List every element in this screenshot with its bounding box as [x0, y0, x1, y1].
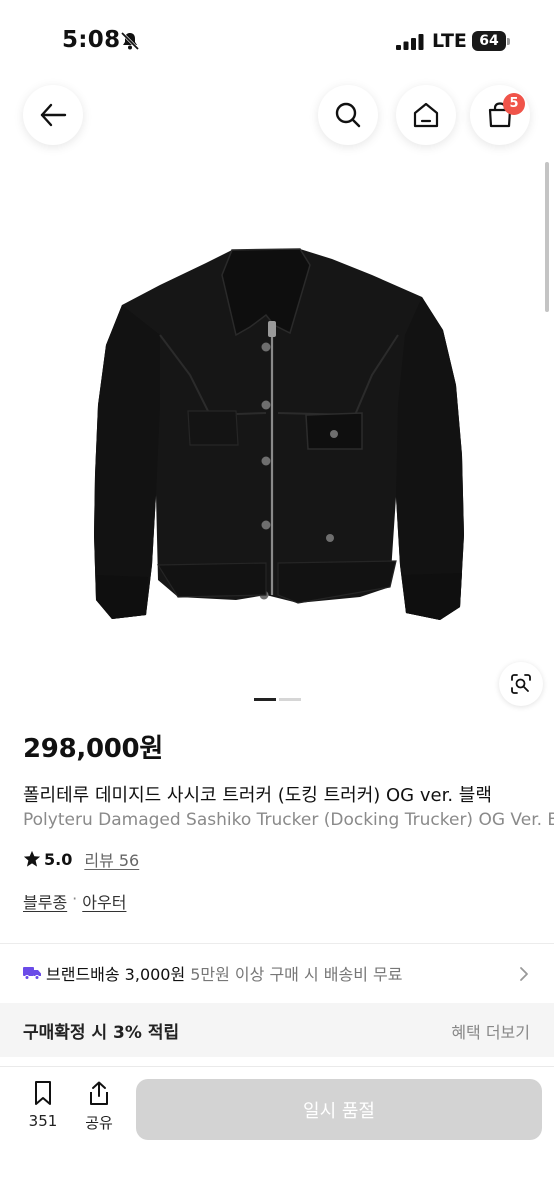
home-button[interactable] [396, 85, 456, 145]
status-time: 5:08 [62, 27, 121, 53]
cart-button[interactable] [470, 85, 530, 145]
battery-level: 64 [472, 31, 506, 51]
carousel-indicator [254, 698, 302, 701]
status-bar: 5:08 LTE 64 [0, 0, 554, 80]
share-label: 공유 [85, 1114, 113, 1132]
bookmark-icon [35, 1081, 51, 1105]
product-name-korean: 폴리테루 데미지드 사시코 트러커 (도킹 트러커) OG ver. 블랙 [23, 785, 492, 806]
category-separator: · [72, 889, 78, 908]
free-shipping-note: 5만원 이상 구매 시 배송비 무료 [190, 965, 403, 984]
share-icon [90, 1081, 108, 1105]
rating-value: 5.0 [44, 849, 73, 869]
bookmark-count: 351 [28, 1112, 58, 1130]
product-name-english: Polyteru Damaged Sashiko Trucker (Dockin… [23, 810, 554, 830]
back-button[interactable] [23, 85, 83, 145]
points-reward-text: 구매확정 시 3% 적립 [23, 1023, 180, 1043]
chevron-right-icon [520, 967, 528, 981]
shipping-fee: 브랜드배송 3,000원 [46, 965, 186, 984]
network-type: LTE [432, 30, 467, 52]
star-icon [23, 850, 41, 867]
image-search-button[interactable] [499, 662, 543, 706]
search-icon [335, 102, 361, 128]
battery-icon: 64 [472, 31, 510, 51]
scrollbar[interactable] [545, 162, 549, 312]
truck-icon [23, 967, 41, 980]
share-button[interactable]: 공유 [80, 1080, 118, 1136]
product-image[interactable] [60, 235, 500, 635]
carousel-dot-active [254, 698, 276, 701]
home-icon [413, 102, 439, 128]
category-breadcrumb: 블루종 · 아우터 [23, 889, 126, 913]
sold-out-button[interactable]: 일시 품절 [136, 1079, 542, 1140]
lens-scan-icon [511, 674, 531, 694]
search-button[interactable] [318, 85, 378, 145]
signal-icon [396, 34, 424, 50]
category-link-blouson[interactable]: 블루종 [23, 889, 67, 913]
arrow-left-icon [40, 103, 67, 127]
bookmark-button[interactable]: 351 [24, 1080, 62, 1136]
shipping-info-row[interactable]: 브랜드배송 3,000원 5만원 이상 구매 시 배송비 무료 [0, 944, 554, 1002]
carousel-dot [279, 698, 301, 701]
cart-count-badge: 5 [503, 93, 525, 115]
more-benefits-link[interactable]: 혜택 더보기 [451, 1019, 530, 1043]
rating-row: 5.0 리뷰 56 [23, 847, 139, 871]
bell-slash-icon [120, 31, 140, 51]
category-link-outer[interactable]: 아우터 [82, 889, 126, 913]
review-link[interactable]: 리뷰 56 [84, 847, 139, 871]
product-price: 298,000원 [23, 734, 163, 764]
